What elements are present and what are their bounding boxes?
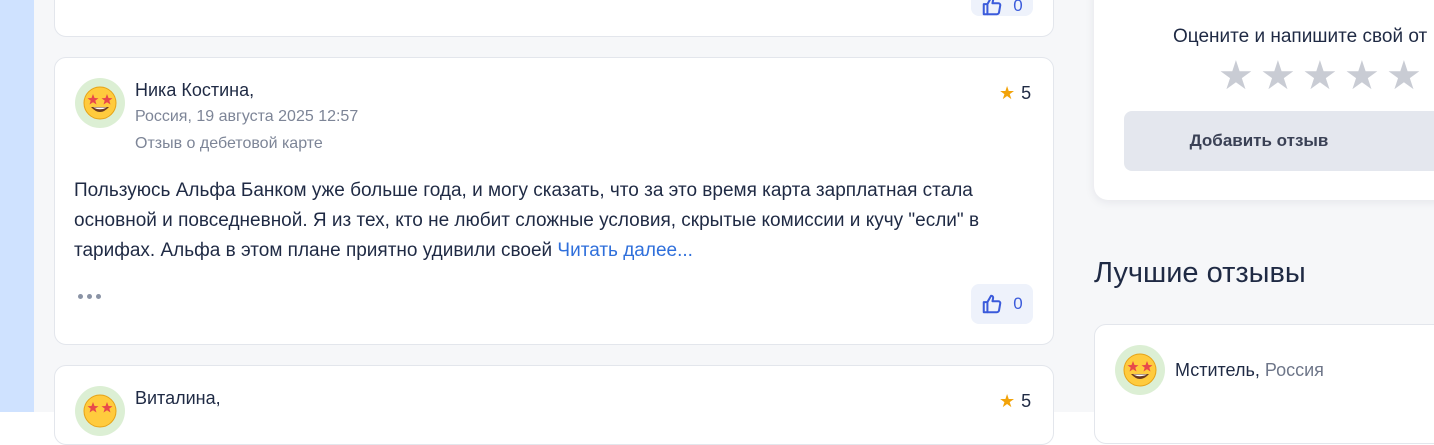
like-button[interactable]: 0 — [971, 284, 1033, 324]
more-dots-icon[interactable] — [78, 294, 101, 299]
star-icon[interactable]: ★ — [1218, 56, 1254, 96]
star-struck-emoji-icon — [1123, 353, 1157, 387]
like-button[interactable]: 0 — [971, 0, 1033, 16]
left-edge-strip — [0, 0, 34, 412]
star-icon[interactable]: ★ — [1260, 56, 1296, 96]
review-text: Пользуюсь Альфа Банком уже больше года, … — [74, 176, 1034, 266]
review-card — [54, 0, 1054, 37]
star-struck-emoji-icon — [83, 394, 117, 428]
review-category: Отзыв о дебетовой карте — [135, 135, 323, 152]
review-location-date: Россия, 19 августа 2025 12:57 — [135, 108, 359, 125]
best-reviews-heading: Лучшие отзывы — [1094, 257, 1306, 289]
thumbs-up-icon — [983, 0, 1002, 16]
star-icon[interactable]: ★ — [1302, 56, 1338, 96]
like-count: 0 — [1013, 0, 1023, 15]
star-icon[interactable]: ★ — [1386, 56, 1422, 96]
rating-value: 5 — [1021, 391, 1032, 411]
rate-prompt: Оцените и напишите свой от — [1173, 26, 1428, 47]
review-rating: ★ 5 — [999, 391, 1031, 412]
star-icon: ★ — [999, 391, 1016, 411]
avatar — [75, 78, 125, 128]
best-review-separator: , — [1254, 360, 1265, 380]
review-author[interactable]: Виталина, — [135, 388, 221, 409]
thumbs-up-icon — [983, 294, 1002, 314]
best-review-author[interactable]: Мститель, Россия — [1175, 360, 1324, 381]
avatar — [75, 386, 125, 436]
like-count: 0 — [1013, 294, 1023, 313]
review-author[interactable]: Ника Костина, — [135, 80, 254, 101]
review-rating: ★ 5 — [999, 83, 1031, 104]
review-body: Пользуюсь Альфа Банком уже больше года, … — [74, 180, 980, 261]
rating-stars-input[interactable]: ★ ★ ★ ★ ★ — [1218, 56, 1422, 96]
star-icon[interactable]: ★ — [1344, 56, 1380, 96]
best-review-location: Россия — [1264, 360, 1324, 380]
star-struck-emoji-icon — [83, 86, 117, 120]
star-icon: ★ — [999, 83, 1016, 103]
avatar — [1115, 345, 1165, 395]
rating-value: 5 — [1021, 83, 1032, 103]
best-review-author-name: Мститель — [1175, 360, 1255, 380]
add-review-button[interactable]: Добавить отзыв — [1124, 111, 1434, 171]
read-more-link[interactable]: Читать далее... — [557, 240, 693, 261]
